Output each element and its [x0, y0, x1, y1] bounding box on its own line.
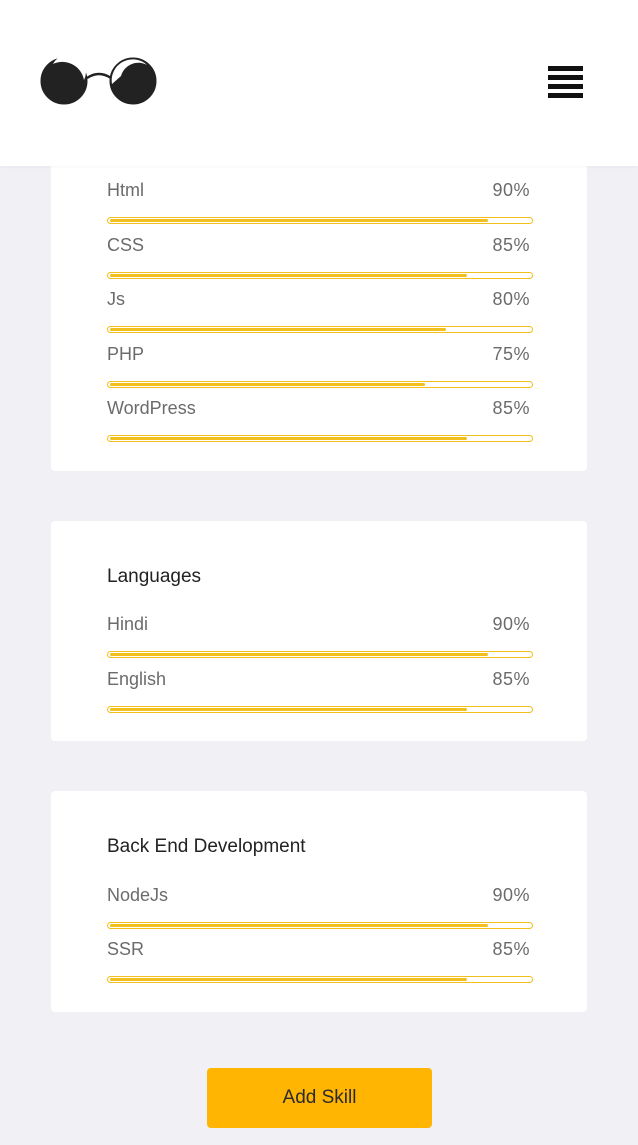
- skill-progress-bar: [107, 976, 533, 983]
- glasses-logo-icon: [40, 54, 157, 105]
- skill-name: PHP: [107, 344, 145, 364]
- skill-name: SSR: [107, 939, 145, 959]
- skill-row: CSS 85%: [107, 235, 533, 281]
- menu-line: [548, 75, 583, 80]
- skill-name: CSS: [107, 235, 145, 255]
- skill-percent: 75%: [492, 344, 530, 364]
- skill-progress-fill: [110, 328, 446, 331]
- skill-name: English: [107, 669, 167, 689]
- skill-progress-fill: [110, 978, 467, 981]
- skill-row: English 85%: [107, 669, 533, 715]
- skill-name: Js: [107, 289, 125, 309]
- skill-progress-bar: [107, 706, 533, 713]
- skill-progress-fill: [110, 924, 488, 927]
- skill-progress-fill: [110, 437, 467, 440]
- skill-row: Js 80%: [107, 289, 533, 335]
- glasses-logo[interactable]: [39, 54, 159, 106]
- skill-row: Html 90%: [107, 180, 533, 226]
- skill-percent: 85%: [492, 939, 530, 959]
- skill-row: WordPress 85%: [107, 398, 533, 444]
- skill-progress-bar: [107, 272, 533, 279]
- skill-progress-bar: [107, 922, 533, 929]
- add-skill-button[interactable]: Add Skill: [207, 1068, 432, 1128]
- skills-card-languages: Languages Hindi 90% English 85%: [51, 521, 587, 741]
- skill-percent: 85%: [492, 398, 530, 418]
- site-header: [0, 0, 638, 166]
- card-title: Languages: [107, 566, 202, 587]
- skill-percent: 85%: [492, 235, 530, 255]
- skill-progress-bar: [107, 651, 533, 658]
- skill-percent: 90%: [492, 180, 530, 200]
- skill-percent: 90%: [492, 614, 530, 634]
- hamburger-menu-icon[interactable]: [548, 66, 584, 102]
- skill-progress-fill: [110, 219, 488, 222]
- menu-line: [548, 93, 583, 98]
- skill-progress-bar: [107, 217, 533, 224]
- skill-percent: 90%: [492, 885, 530, 905]
- skill-name: Html: [107, 180, 144, 200]
- skill-progress-bar: [107, 381, 533, 388]
- skill-row: SSR 85%: [107, 939, 533, 985]
- skill-name: Hindi: [107, 614, 149, 634]
- skill-progress-fill: [110, 708, 467, 711]
- skill-progress-bar: [107, 326, 533, 333]
- skill-name: WordPress: [107, 398, 196, 418]
- menu-line: [548, 66, 583, 71]
- skill-row: PHP 75%: [107, 344, 533, 390]
- skills-card-web: Html 90% CSS 85% Js 80% PHP 75% WordPres…: [51, 140, 587, 471]
- card-title: Back End Development: [107, 836, 306, 857]
- skills-card-backend: Back End Development NodeJs 90% SSR 85%: [51, 791, 587, 1012]
- skill-progress-fill: [110, 274, 467, 277]
- skill-row: NodeJs 90%: [107, 885, 533, 931]
- menu-line: [548, 84, 583, 89]
- skill-progress-fill: [110, 653, 488, 656]
- skill-percent: 85%: [492, 669, 530, 689]
- skill-name: NodeJs: [107, 885, 169, 905]
- skill-row: Hindi 90%: [107, 614, 533, 660]
- skill-percent: 80%: [492, 289, 530, 309]
- skill-progress-bar: [107, 435, 533, 442]
- skill-progress-fill: [110, 383, 425, 386]
